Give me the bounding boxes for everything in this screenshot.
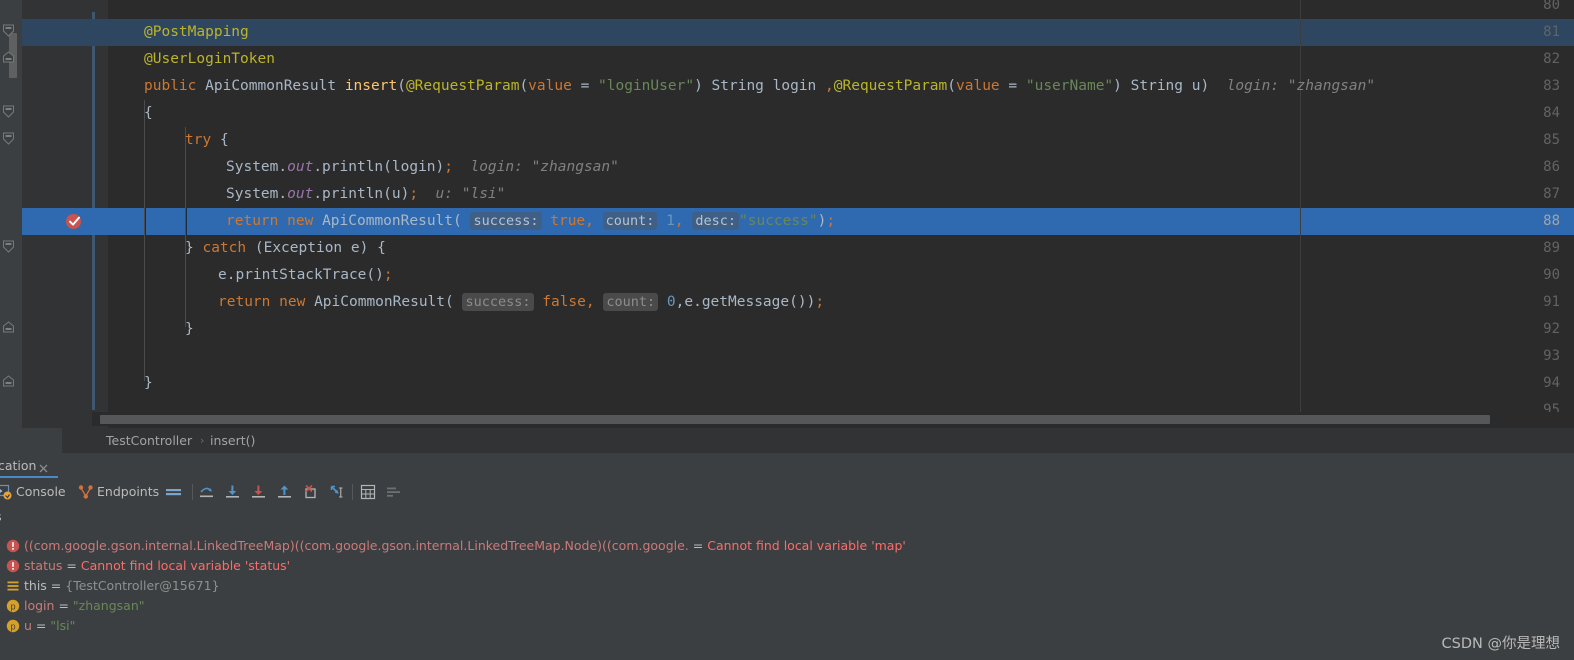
step-over-icon[interactable] — [198, 484, 214, 500]
variables-list[interactable]: ((com.google.gson.internal.LinkedTreeMap… — [0, 528, 1574, 660]
variable-text: login = "zhangsan" — [24, 596, 145, 616]
variable-text: status = Cannot find local variable 'sta… — [24, 556, 290, 576]
close-icon[interactable] — [38, 459, 49, 473]
code-line-89: } catch (Exception e) { — [185, 240, 386, 256]
code-line-87: System.out.println(u); u: "lsi" — [226, 186, 506, 202]
inlay-hint-line-86: login: "zhangsan" — [470, 159, 619, 175]
step-out-icon[interactable] — [276, 484, 292, 500]
variable-name: u — [24, 618, 32, 633]
code-line-83: public ApiCommonResult insert(@RequestPa… — [144, 78, 1376, 94]
tab-application[interactable]: cation — [0, 453, 36, 478]
debugger-panel: cation Console Endpoints ((com.google.gs… — [0, 453, 1574, 660]
debug-tab-row: cation — [0, 453, 1574, 478]
editor-left-rail — [0, 0, 22, 428]
breadcrumb-separator-icon: › — [200, 434, 205, 447]
param-hint-success: success: — [462, 293, 534, 311]
variable-text: ((com.google.gson.internal.LinkedTreeMap… — [24, 536, 906, 556]
code-line-92: } — [185, 321, 194, 337]
breadcrumb-strip — [62, 428, 1574, 453]
force-step-into-icon[interactable] — [250, 484, 266, 500]
breakpoint-verified-icon[interactable] — [66, 214, 81, 229]
inlay-hint-line-83: login: "zhangsan" — [1226, 78, 1376, 94]
equals-sign: = — [50, 578, 62, 593]
code-line-82: @UserLoginToken — [144, 46, 275, 73]
svg-text:p: p — [10, 621, 15, 631]
annotation-user-login-token: @UserLoginToken — [144, 51, 275, 67]
calculator-icon[interactable] — [360, 484, 376, 500]
error-icon — [6, 559, 20, 573]
fold-end-icon-line-82[interactable] — [2, 51, 15, 64]
annotation-post-mapping: @PostMapping — [144, 24, 249, 40]
variable-value: Cannot find local variable 'map' — [707, 538, 906, 553]
variable-value: "lsi" — [50, 618, 76, 633]
variable-value: "zhangsan" — [72, 598, 145, 613]
error-icon — [6, 539, 20, 553]
step-into-icon[interactable] — [224, 484, 240, 500]
sort-icon[interactable] — [386, 484, 402, 500]
code-line-94: } — [144, 375, 153, 391]
console-icon — [0, 484, 12, 500]
intellij-debug-window: 80 81 82 83 84 85 86 87 88 89 90 91 92 9… — [0, 0, 1574, 660]
variable-name: status — [24, 558, 63, 573]
variables-header: bles — [0, 506, 1574, 528]
fold-open-icon-line-85[interactable] — [2, 132, 15, 145]
param-hint-count: count: — [603, 293, 659, 311]
this-icon — [6, 579, 20, 593]
param-icon: p — [6, 599, 20, 613]
toolbar-divider — [352, 484, 353, 500]
code-line-81: @PostMapping — [144, 19, 249, 46]
variable-value: Cannot find local variable 'status' — [80, 558, 291, 573]
variable-name: this — [24, 578, 47, 593]
code-line-86: System.out.println(login); login: "zhang… — [226, 159, 619, 175]
code-editor[interactable]: 80 81 82 83 84 85 86 87 88 89 90 91 92 9… — [0, 0, 1574, 428]
endpoints-button-label[interactable]: Endpoints — [97, 478, 159, 506]
variable-name: ((com.google.gson.internal.LinkedTreeMap… — [24, 538, 689, 553]
code-line-84: { — [144, 105, 153, 121]
equals-sign: = — [35, 618, 47, 633]
param-icon: p — [6, 619, 20, 633]
endpoints-icon — [78, 484, 94, 500]
variables-tab-label[interactable]: bles — [0, 506, 2, 528]
breadcrumb-bar: TestController › insert() — [0, 428, 1574, 453]
fold-open-icon-line-89[interactable] — [2, 240, 15, 253]
code-line-91: return new ApiCommonResult( success: fal… — [218, 293, 825, 311]
variable-text: this = {TestController@15671} — [24, 576, 220, 596]
equals-sign: = — [66, 558, 77, 573]
layout-lines-icon[interactable] — [165, 484, 181, 500]
hint-column-separator — [186, 208, 187, 235]
equals-sign: = — [58, 598, 69, 613]
fold-open-icon-line-81[interactable] — [2, 24, 15, 37]
horizontal-scrollbar-thumb[interactable] — [100, 415, 1490, 424]
param-hint-count: count: — [602, 212, 658, 230]
drop-frame-icon[interactable] — [302, 484, 318, 500]
param-hint-desc: desc: — [692, 212, 739, 230]
inlay-hint-line-87: u: "lsi" — [435, 186, 506, 202]
code-text-area[interactable]: @PostMapping @UserLoginToken public ApiC… — [108, 0, 1574, 428]
console-button-label[interactable]: Console — [16, 478, 66, 506]
variable-text: u = "lsi" — [24, 616, 75, 636]
equals-sign: = — [692, 538, 704, 553]
fold-end-icon-line-92[interactable] — [2, 321, 15, 334]
param-hint-success: success: — [470, 212, 542, 230]
toolbar-divider — [192, 484, 193, 500]
breadcrumb-item-class[interactable]: TestController — [106, 428, 192, 453]
csdn-watermark: CSDN @你是理想 — [1441, 636, 1560, 652]
run-to-cursor-icon[interactable] — [328, 484, 344, 500]
svg-text:p: p — [10, 601, 15, 611]
breadcrumb-item-method[interactable]: insert() — [210, 428, 255, 453]
hint-column-separator — [145, 208, 146, 235]
code-line-85: try { — [185, 132, 229, 148]
variable-name: login — [24, 598, 55, 613]
code-line-88: return new ApiCommonResult( success: tru… — [226, 212, 836, 230]
debugger-toolbar: Console Endpoints — [0, 478, 1574, 506]
code-line-90: e.printStackTrace(); — [218, 267, 393, 283]
fold-end-icon-line-94[interactable] — [2, 375, 15, 388]
fold-open-icon-line-84[interactable] — [2, 105, 15, 118]
variable-value: {TestController@15671} — [65, 578, 220, 593]
